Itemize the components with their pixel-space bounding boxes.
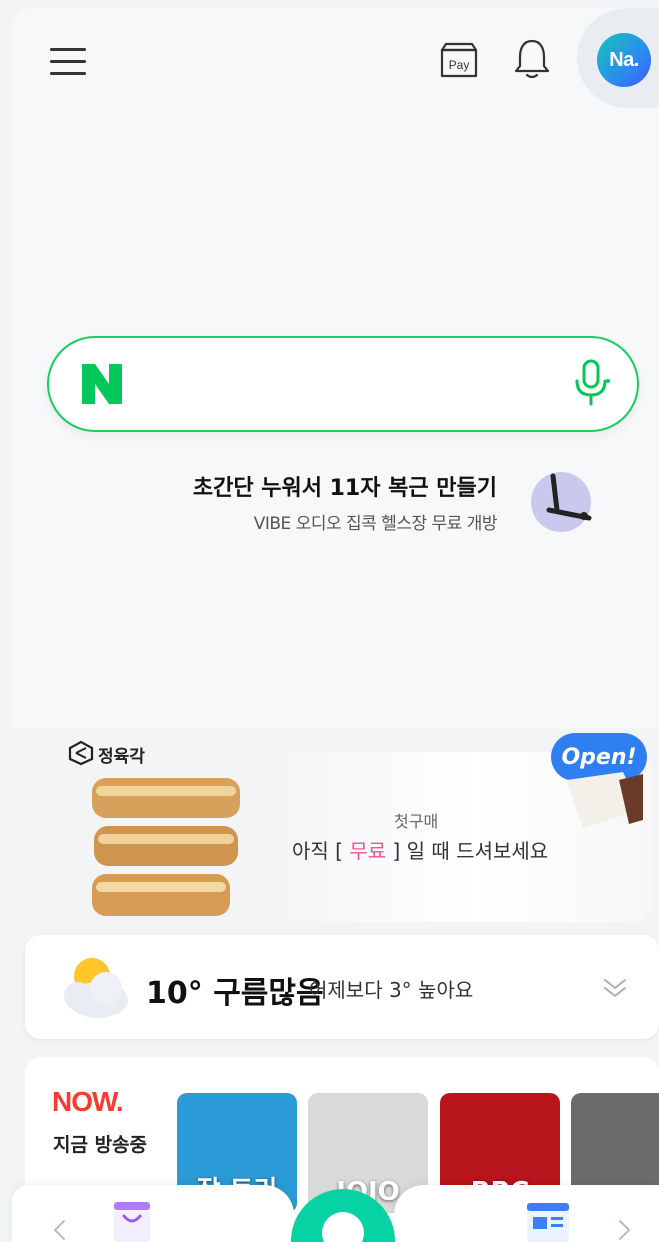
paper-bag-image [567,772,643,828]
pay-icon[interactable]: Pay [438,40,480,80]
promo-thumbnail[interactable] [529,468,597,536]
cloud-sun-icon [64,958,128,1018]
weather-comparison: 어제보다 3° 높아요 [309,978,474,1002]
ad-kicker: 첫구매 [394,812,439,831]
news-icon[interactable] [523,1199,573,1242]
weather-temperature: 10° 구름많음 [146,976,324,1011]
arrow-left-icon[interactable] [52,1219,66,1241]
promo-title[interactable]: 초간단 누워서 11자 복근 만들기 [193,470,497,502]
ad-text: 아직 [ 무료 ] 일 때 드셔보세요 [292,839,549,863]
menu-icon[interactable] [50,44,86,78]
arrow-right-icon[interactable] [618,1219,632,1241]
avatar[interactable]: Na. [597,33,651,87]
shopping-icon[interactable] [108,1198,156,1242]
brand-name: 정육각 [98,747,145,767]
promo-subtitle[interactable]: VIBE 오디오 집콕 헬스장 무료 개방 [254,509,498,534]
search-input[interactable] [47,336,639,432]
mic-icon[interactable] [571,357,611,407]
naver-n-logo [82,364,122,404]
svg-text:Pay: Pay [449,58,470,72]
now-live-label: 지금 방송중 [53,1134,148,1156]
now-logo[interactable]: NOW. [52,1086,124,1118]
ad-text-highlight: 무료 [349,839,387,863]
chevron-down-icon[interactable] [601,974,629,1002]
brand-logo-icon [68,740,94,766]
screen: Pay Na. 초간단 누워서 11자 복근 만들기 VIBE 오디오 집콕 헬… [0,0,659,1242]
bell-icon[interactable] [512,37,552,81]
food-image [92,778,240,916]
